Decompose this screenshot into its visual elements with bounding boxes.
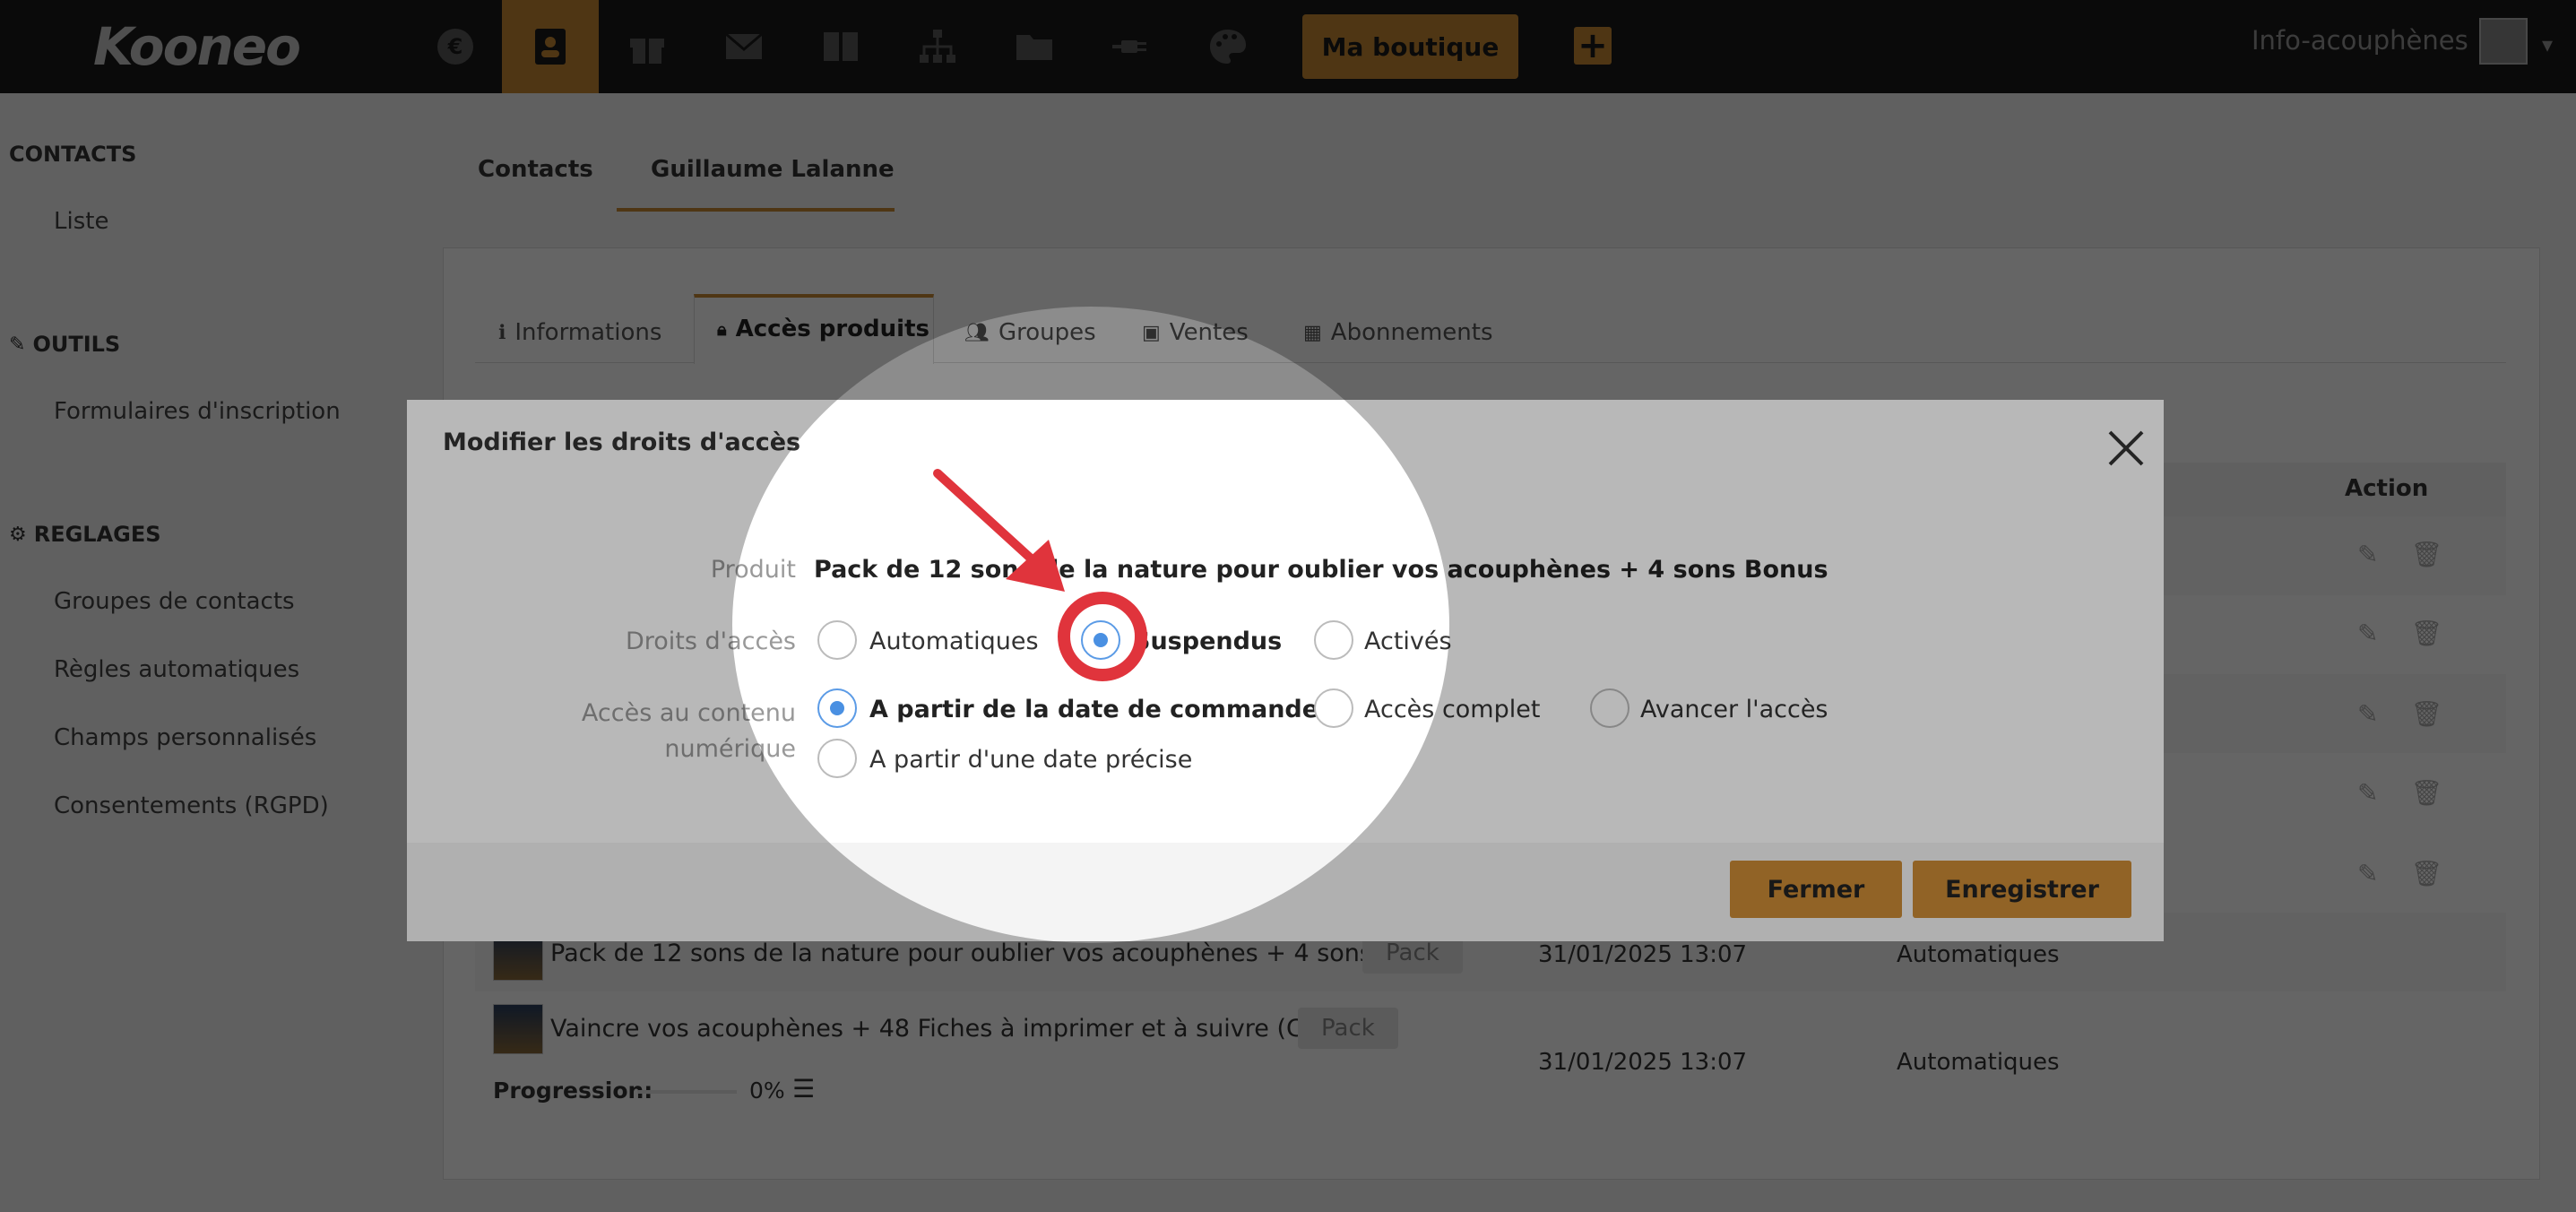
radio-actives-label[interactable]: Activés: [1364, 628, 1452, 655]
radio-avancer-acces-label[interactable]: Avancer l'accès: [1640, 696, 1828, 723]
annotation-highlight-ring: [1058, 592, 1147, 681]
contenu-label-line2: numérique: [664, 735, 796, 763]
edit-access-modal: Modifier les droits d'accès Produit Pack…: [407, 400, 2164, 941]
produit-value: Pack de 12 sons de la nature pour oublie…: [814, 556, 1828, 584]
radio-date-commande-label[interactable]: A partir de la date de commande: [869, 696, 1318, 723]
radio-automatiques-label[interactable]: Automatiques: [869, 628, 1039, 655]
droits-label: Droits d'accès: [625, 628, 796, 655]
radio-avancer-acces[interactable]: [1590, 688, 1629, 728]
radio-acces-complet-label[interactable]: Accès complet: [1364, 696, 1540, 723]
radio-date-precise-label[interactable]: A partir d'une date précise: [869, 746, 1192, 774]
contenu-label-line1: Accès au contenu: [581, 699, 796, 727]
modal-title: Modifier les droits d'accès: [443, 429, 801, 456]
enregistrer-button[interactable]: Enregistrer: [1913, 861, 2131, 918]
radio-suspendus-label[interactable]: Suspendus: [1133, 628, 1282, 655]
produit-label: Produit: [710, 556, 796, 584]
radio-automatiques[interactable]: [817, 620, 857, 660]
radio-actives[interactable]: [1314, 620, 1353, 660]
radio-date-commande[interactable]: [817, 688, 857, 728]
radio-acces-complet[interactable]: [1314, 688, 1353, 728]
fermer-button[interactable]: Fermer: [1730, 861, 1902, 918]
close-icon[interactable]: [2099, 421, 2153, 475]
radio-date-precise[interactable]: [817, 739, 857, 778]
